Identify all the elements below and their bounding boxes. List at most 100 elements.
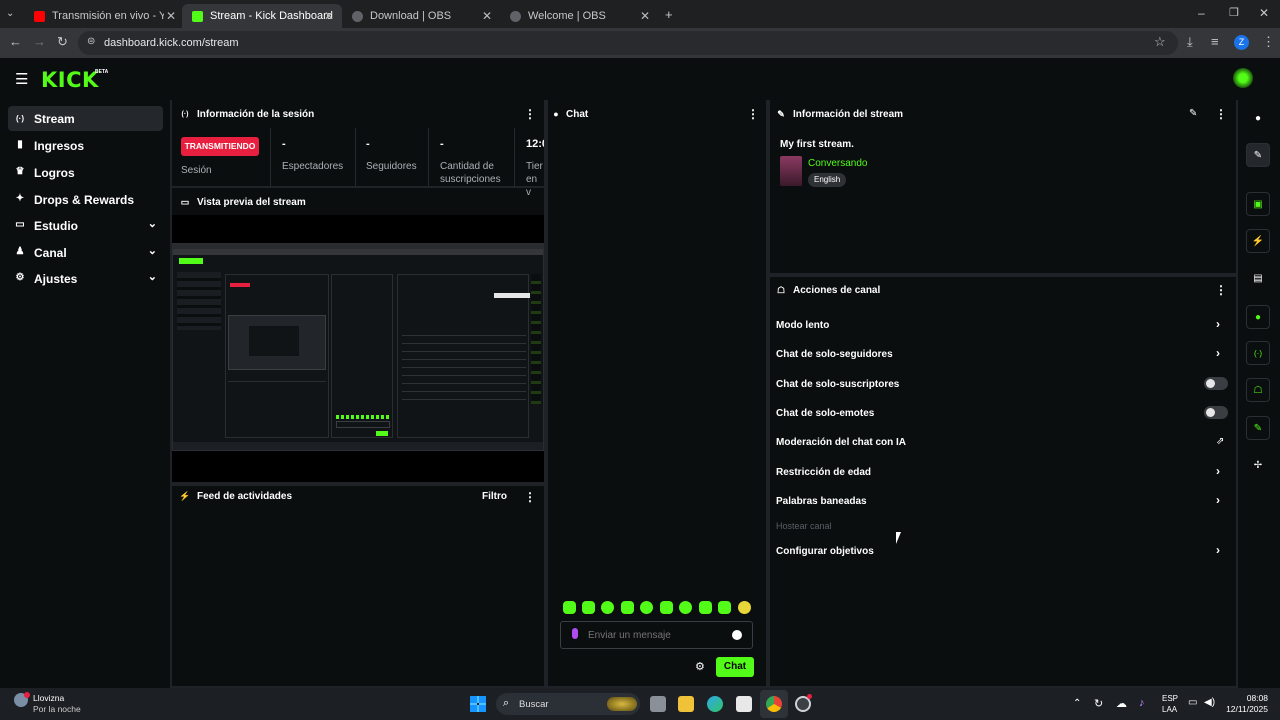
tab-download-obs[interactable]: Download | OBS ✕ xyxy=(342,4,500,28)
action-followers-only[interactable]: Chat de solo-seguidores xyxy=(776,349,893,360)
add-widget-icon[interactable]: ✢ xyxy=(1246,453,1270,477)
download-icon[interactable]: ⤓ xyxy=(1187,34,1193,50)
action-slow-mode[interactable]: Modo lento xyxy=(776,320,829,331)
new-tab-button[interactable]: + xyxy=(665,7,673,22)
wrench-icon[interactable]: ✎ xyxy=(1246,416,1270,440)
close-tab-icon[interactable]: ✕ xyxy=(324,9,334,23)
sidebar-item-logros[interactable]: ♛ Logros xyxy=(8,160,163,185)
sidebar-item-ingresos[interactable]: ▮ Ingresos xyxy=(8,133,163,158)
stream-info-menu-icon[interactable]: ⋮ xyxy=(1215,107,1227,121)
emote-icon[interactable] xyxy=(601,601,614,614)
tray-chevron-icon[interactable]: ⌃ xyxy=(1073,698,1081,709)
emoji-picker-icon[interactable] xyxy=(732,630,742,640)
site-info-icon[interactable]: ⊜ xyxy=(87,36,95,47)
close-tab-icon[interactable]: ✕ xyxy=(482,9,492,23)
emote-icon[interactable] xyxy=(563,601,576,614)
kick-logo[interactable]: KICK xyxy=(41,68,99,92)
reading-list-icon[interactable]: ≡ xyxy=(1211,34,1219,49)
address-bar[interactable] xyxy=(78,31,1178,55)
chat-bubble-icon[interactable]: ● xyxy=(1246,305,1270,329)
sidebar-item-stream[interactable]: (·) Stream xyxy=(8,106,163,131)
language-top[interactable]: ESP xyxy=(1162,694,1178,703)
edit-pencil-icon[interactable]: ✎ xyxy=(1189,108,1197,119)
clock-date[interactable]: 12/11/2025 xyxy=(1222,704,1268,714)
session-menu-icon[interactable]: ⋮ xyxy=(524,107,536,121)
copilot-icon[interactable]: ☁ xyxy=(1116,697,1127,710)
emote-icon[interactable] xyxy=(621,601,634,614)
broadcast-icon[interactable]: (·) xyxy=(1246,341,1270,365)
url-text[interactable]: dashboard.kick.com/stream xyxy=(104,37,239,49)
emote-icon[interactable] xyxy=(660,601,673,614)
user-avatar[interactable] xyxy=(1233,68,1253,88)
chevron-right-icon[interactable]: › xyxy=(1216,317,1220,331)
sync-icon[interactable]: ↻ xyxy=(1094,697,1103,710)
chevron-down-icon[interactable]: ⌄ xyxy=(148,244,157,257)
sidebar-item-drops-rewards[interactable]: ✦ Drops & Rewards xyxy=(8,187,163,212)
reload-icon[interactable]: ↻ xyxy=(57,34,68,50)
tab-welcome-obs[interactable]: Welcome | OBS ✕ xyxy=(500,4,658,28)
microphone-tray-icon[interactable]: ♪ xyxy=(1139,697,1145,709)
weather-title[interactable]: Llovizna xyxy=(33,693,64,703)
subscribers-only-toggle[interactable] xyxy=(1204,377,1228,390)
browser-menu-icon[interactable]: ⋮ xyxy=(1262,34,1275,50)
emote-icon[interactable] xyxy=(640,601,653,614)
chat-menu-icon[interactable]: ⋮ xyxy=(747,107,759,121)
preview-toggle-icon[interactable]: ▣ xyxy=(1246,192,1270,216)
lightning-icon[interactable]: ⚡ xyxy=(1246,229,1270,253)
chevron-right-icon[interactable]: › xyxy=(1216,543,1220,557)
sidebar-item-estudio[interactable]: ▭ Estudio ⌄ xyxy=(8,213,163,238)
chat-send-button[interactable]: Chat xyxy=(716,657,754,677)
chevron-down-icon[interactable]: ⌄ xyxy=(148,217,157,230)
action-configure-goals[interactable]: Configurar objetivos xyxy=(776,546,874,557)
action-banned-words[interactable]: Palabras baneadas xyxy=(776,496,867,507)
store-icon[interactable] xyxy=(736,696,752,712)
activity-menu-icon[interactable]: ⋮ xyxy=(524,490,536,504)
emote-icon[interactable] xyxy=(679,601,692,614)
chat-settings-icon[interactable]: ⚙ xyxy=(695,660,705,673)
action-ai-moderation[interactable]: Moderación del chat con IA xyxy=(776,437,906,448)
forward-icon[interactable]: → xyxy=(33,34,46,49)
chat-message-input[interactable] xyxy=(588,625,718,645)
info-icon[interactable]: ● xyxy=(1246,106,1270,130)
chevron-down-icon[interactable]: ⌄ xyxy=(148,270,157,283)
close-tab-icon[interactable]: ✕ xyxy=(166,9,176,23)
chevron-right-icon[interactable]: › xyxy=(1216,346,1220,360)
emotes-only-toggle[interactable] xyxy=(1204,406,1228,419)
profile-avatar[interactable]: Z xyxy=(1234,35,1249,50)
file-explorer-icon[interactable] xyxy=(678,696,694,712)
start-menu-icon[interactable] xyxy=(470,696,486,712)
chrome-icon[interactable] xyxy=(766,696,782,712)
hamburger-menu-icon[interactable]: ☰ xyxy=(15,70,28,88)
back-icon[interactable]: ← xyxy=(9,34,22,49)
channel-actions-icon[interactable]: ☖ xyxy=(1246,378,1270,402)
bookmark-star-icon[interactable]: ☆ xyxy=(1154,34,1166,50)
tab-youtube[interactable]: Transmisión en vivo - YouTube ✕ xyxy=(24,4,184,28)
tab-kick-dashboard[interactable]: Stream - Kick Dashboard ✕ xyxy=(182,4,342,28)
edit-stream-icon[interactable]: ✎ xyxy=(1246,143,1270,167)
chevron-right-icon[interactable]: › xyxy=(1216,464,1220,478)
microphone-icon[interactable] xyxy=(572,628,578,639)
notes-icon[interactable]: ▤ xyxy=(1246,266,1270,290)
chevron-right-icon[interactable]: › xyxy=(1216,493,1220,507)
close-tab-icon[interactable]: ✕ xyxy=(640,9,650,23)
external-link-icon[interactable]: ⇗ xyxy=(1216,436,1224,447)
filter-button[interactable]: Filtro xyxy=(482,491,507,502)
emote-icon[interactable] xyxy=(738,601,751,614)
channel-actions-menu-icon[interactable]: ⋮ xyxy=(1215,283,1227,297)
stream-preview-video[interactable] xyxy=(172,215,544,482)
edge-icon[interactable] xyxy=(707,696,723,712)
volume-icon[interactable]: ◀) xyxy=(1204,697,1215,708)
sidebar-item-canal[interactable]: ♟ Canal ⌄ xyxy=(8,240,163,265)
task-view-icon[interactable] xyxy=(650,696,666,712)
emote-icon[interactable] xyxy=(718,601,731,614)
close-window-button[interactable]: ✕ xyxy=(1259,6,1269,20)
minimize-button[interactable]: – xyxy=(1198,6,1205,20)
emote-icon[interactable] xyxy=(582,601,595,614)
maximize-button[interactable]: ❐ xyxy=(1229,6,1239,19)
tab-search-button[interactable]: ⌄ xyxy=(6,8,14,19)
category-link[interactable]: Conversando xyxy=(808,158,867,169)
network-icon[interactable]: ▭ xyxy=(1188,697,1197,708)
action-age-restriction[interactable]: Restricción de edad xyxy=(776,467,871,478)
clock-time[interactable]: 08:08 xyxy=(1228,693,1268,703)
emote-icon[interactable] xyxy=(699,601,712,614)
